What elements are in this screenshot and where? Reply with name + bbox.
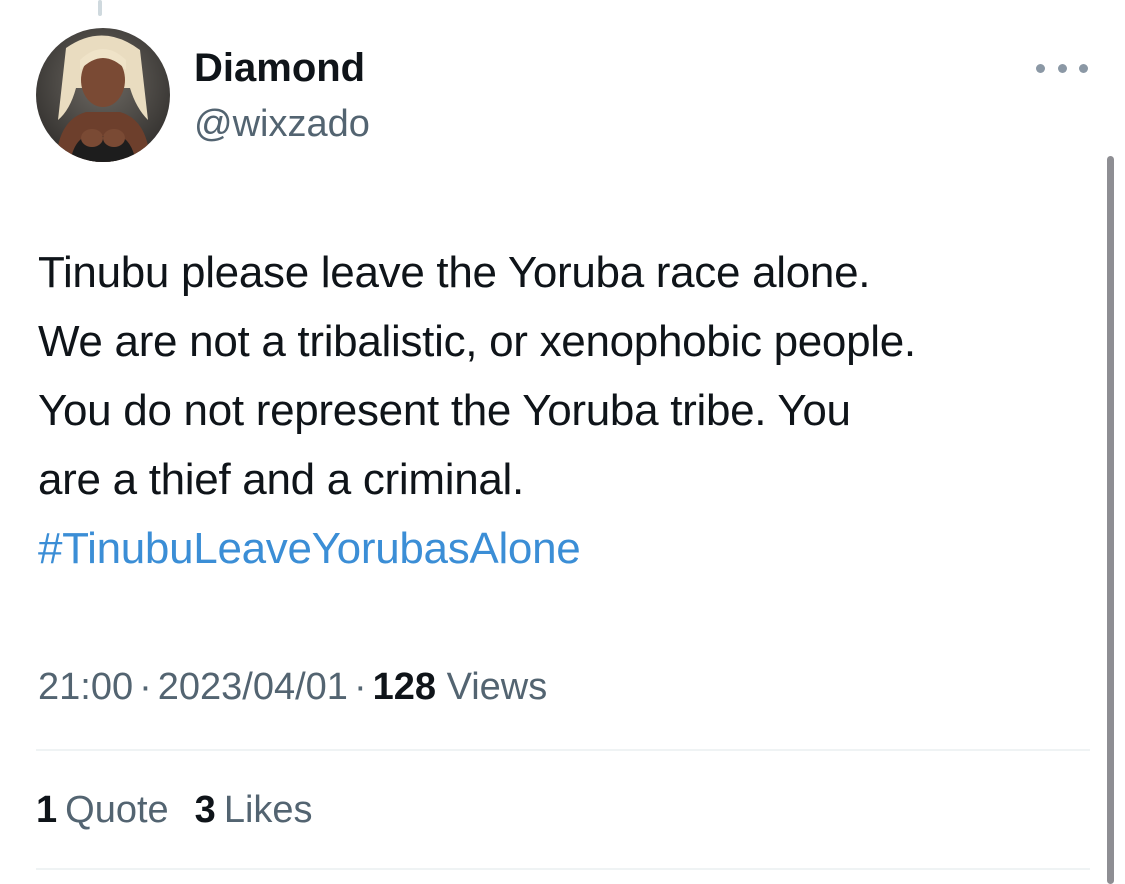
separator: ·: [353, 666, 367, 708]
engagement-stats: 1 Quote 3 Likes: [36, 786, 313, 834]
author-handle[interactable]: @wixzado: [194, 101, 370, 147]
hashtag-link[interactable]: #TinubuLeaveYorubasAlone: [38, 524, 581, 573]
scrollbar[interactable]: [1107, 156, 1114, 884]
quotes-label: Quote: [65, 789, 169, 831]
likes-stat[interactable]: 3 Likes: [195, 786, 313, 834]
dot: [1079, 63, 1088, 73]
views-count: 128: [372, 666, 436, 708]
tweet-text: Tinubu please leave the Yoruba race alon…: [38, 238, 1108, 583]
avatar-image: [36, 28, 170, 162]
divider: [36, 868, 1090, 870]
divider: [36, 749, 1090, 751]
tweet-time[interactable]: 21:00: [38, 666, 133, 708]
thread-connector-line: [98, 0, 102, 16]
tweet-date[interactable]: 2023/04/01: [158, 666, 348, 708]
tweet-line: Tinubu please leave the Yoruba race alon…: [38, 248, 871, 297]
tweet-line: You do not represent the Yoruba tribe. Y…: [38, 386, 851, 435]
views-label: Views: [446, 666, 548, 708]
quotes-stat[interactable]: 1 Quote: [36, 786, 169, 834]
tweet-line: We are not a tribalistic, or xenophobic …: [38, 317, 916, 366]
likes-label: Likes: [223, 789, 313, 831]
separator: ·: [139, 666, 152, 708]
dot: [1036, 63, 1045, 73]
tweet-metadata: 21:00 · 2023/04/01 · 128 Views: [38, 663, 547, 711]
likes-count: 3: [194, 789, 216, 831]
author-display-name[interactable]: Diamond: [194, 44, 365, 92]
quotes-count: 1: [36, 789, 58, 831]
more-options-icon[interactable]: [1036, 56, 1088, 80]
avatar[interactable]: [36, 28, 170, 162]
tweet-line: are a thief and a criminal.: [38, 455, 524, 504]
dot: [1057, 63, 1067, 73]
